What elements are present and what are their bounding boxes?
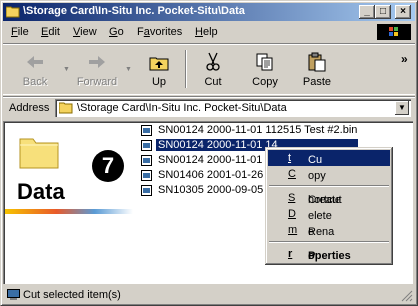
large-folder-icon (19, 138, 59, 169)
forward-label: Forward (76, 76, 118, 88)
paste-icon (308, 52, 326, 72)
minimize-icon: _ (364, 6, 370, 17)
up-button[interactable]: Up (135, 48, 183, 90)
up-label: Up (151, 76, 167, 88)
maximize-icon: □ (379, 6, 387, 17)
file-icon (141, 185, 152, 196)
file-icon (141, 155, 152, 166)
cut-button[interactable]: Cut (189, 48, 237, 90)
back-arrow-icon (27, 56, 43, 68)
menu-help[interactable]: Help (195, 26, 218, 38)
file-name: SN00124 2000-11-01 112515 Test #2.bin (158, 124, 358, 136)
menu-separator (269, 185, 389, 187)
callout-number-badge: 7 (92, 150, 124, 182)
forward-arrow-icon (89, 56, 105, 68)
windows-logo-icon (377, 24, 411, 40)
folder-panel-divider (5, 209, 133, 214)
menu-edit[interactable]: Edit (41, 26, 60, 38)
status-bar: Cut selected item(s) (3, 286, 415, 303)
explorer-window: \Storage Card\In-Situ Inc. Pocket-Situ\D… (0, 0, 418, 306)
menu-file[interactable]: File (11, 26, 29, 38)
menu-go[interactable]: Go (109, 26, 124, 38)
context-cut[interactable]: Cu t (268, 150, 390, 166)
toolbar-separator (185, 50, 187, 88)
back-dropdown-icon[interactable]: ▼ (63, 66, 70, 73)
file-icon (141, 125, 152, 136)
paste-label: Paste (302, 76, 332, 88)
minimize-button[interactable]: _ (359, 5, 375, 19)
folder-icon (59, 102, 73, 114)
file-name: SN10305 2000-09-05 14 (158, 184, 279, 196)
context-create-shortcut[interactable]: Create Shortcut (268, 190, 390, 206)
menu-view[interactable]: View (73, 26, 97, 38)
menu-separator (269, 241, 389, 243)
address-dropdown-icon[interactable]: ▼ (395, 101, 409, 115)
back-label: Back (22, 76, 48, 88)
toolbar: Back ▼ Forward ▼ Up Cut Copy Paste » (3, 43, 415, 95)
file-icon (141, 140, 152, 151)
file-icon (141, 170, 152, 181)
menu-bar: File Edit View Go Favorites Help (3, 23, 415, 41)
context-properties[interactable]: Pr operties (268, 246, 390, 262)
up-folder-icon (149, 57, 169, 71)
title-bar[interactable]: \Storage Card\In-Situ Inc. Pocket-Situ\D… (3, 3, 415, 21)
forward-button[interactable]: Forward (73, 48, 121, 90)
window-title: \Storage Card\In-Situ Inc. Pocket-Situ\D… (23, 5, 245, 17)
copy-icon (256, 53, 273, 71)
address-label: Address (9, 102, 50, 114)
close-icon: × (400, 6, 406, 17)
folder-name: Data (17, 179, 65, 204)
folder-icon (6, 6, 20, 18)
cut-label: Cut (204, 76, 222, 88)
close-button[interactable]: × (395, 5, 411, 19)
address-bar: Address \Storage Card\In-Situ Inc. Pocke… (3, 96, 415, 119)
context-copy[interactable]: Copy (268, 166, 390, 182)
file-name: SN00124 2000-11-01 14 (158, 154, 278, 166)
copy-label: Copy (252, 76, 278, 88)
scissors-icon (206, 52, 220, 71)
toolbar-more-icon[interactable]: » (401, 52, 408, 66)
context-rename[interactable]: Rena m e (268, 222, 390, 238)
back-button[interactable]: Back (11, 48, 59, 90)
menu-favorites[interactable]: Favorites (137, 26, 182, 38)
paste-button[interactable]: Paste (293, 48, 341, 90)
forward-dropdown-icon[interactable]: ▼ (125, 66, 132, 73)
context-delete[interactable]: Delete (268, 206, 390, 222)
file-name: SN01406 2001-01-26 11 (158, 169, 278, 181)
maximize-button[interactable]: □ (375, 5, 391, 19)
status-text: Cut selected item(s) (23, 289, 121, 301)
folder-info-panel: 7 Data (5, 123, 133, 282)
cut-status-icon (7, 289, 20, 300)
address-input[interactable]: \Storage Card\In-Situ Inc. Pocket-Situ\D… (55, 99, 411, 117)
resize-grip-icon[interactable] (401, 290, 413, 302)
copy-button[interactable]: Copy (241, 48, 289, 90)
address-value: \Storage Card\In-Situ Inc. Pocket-Situ\D… (77, 102, 287, 114)
context-menu: Cu t Copy Create Shortcut Delete Rena m e P… (265, 147, 393, 265)
